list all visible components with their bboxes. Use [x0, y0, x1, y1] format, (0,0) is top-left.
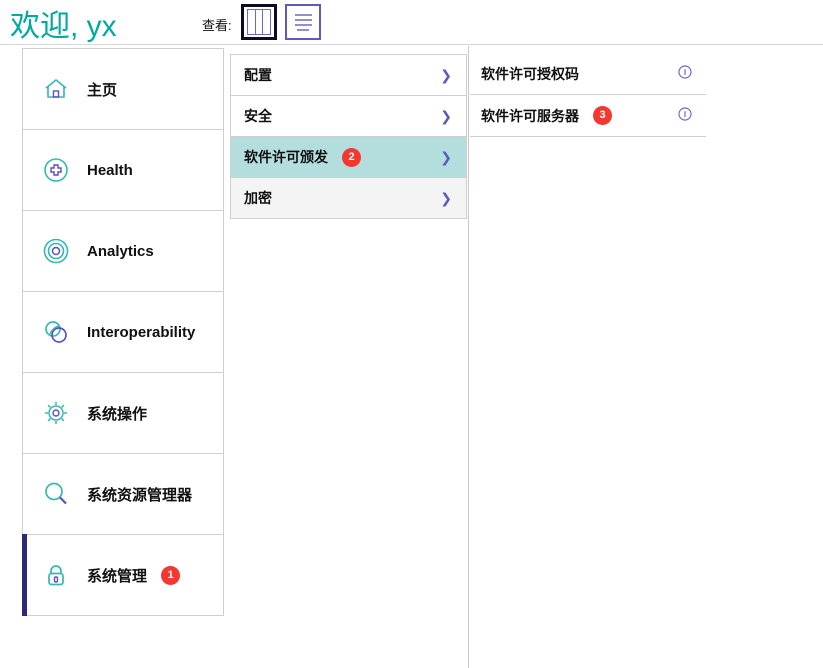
sidebar-item-label: 主页 [87, 81, 118, 99]
sidebar-item-health[interactable]: Health [23, 130, 223, 211]
gear-icon [39, 396, 73, 430]
list-view-icon [291, 9, 315, 35]
menu-item-label: 安全 [244, 108, 272, 124]
status-badge: 3 [593, 106, 612, 125]
health-plus-icon [39, 153, 73, 187]
sidebar-item-system-explorer[interactable]: 系统资源管理器 [23, 454, 223, 535]
menu-item-license-server[interactable]: 软件许可服务器 3 [470, 95, 706, 136]
info-icon[interactable] [678, 65, 692, 83]
status-badge: 1 [161, 565, 181, 585]
chevron-right-icon: ❯ [440, 67, 452, 83]
view-label: 查看: [202, 18, 232, 33]
chevron-right-icon: ❯ [440, 108, 452, 124]
columns-view-button[interactable] [241, 4, 277, 40]
analytics-target-icon [39, 234, 73, 268]
app-header: 欢迎, yx 查看: [0, 0, 823, 45]
chevron-right-icon: ❯ [440, 190, 452, 206]
interoperability-links-icon [39, 315, 73, 349]
list-view-button[interactable] [285, 4, 321, 40]
home-icon [39, 72, 73, 106]
menu-column-2: 配置 ❯ 安全 ❯ 软件许可颁发 2 ❯ 加密 ❯ [230, 54, 467, 219]
menu-item-label: 配置 [244, 67, 272, 83]
menu-item-label: 加密 [244, 190, 272, 206]
sidebar-item-analytics[interactable]: Analytics [23, 211, 223, 292]
chevron-right-icon: ❯ [440, 149, 452, 165]
sidebar-item-system-operation[interactable]: 系统操作 [23, 373, 223, 454]
sidebar-item-label: Health [87, 161, 133, 179]
menu-item-encryption[interactable]: 加密 ❯ [231, 178, 466, 219]
menu-item-label: 软件许可服务器 [481, 107, 579, 124]
columns-view-icon [247, 9, 271, 35]
menu-item-license-key[interactable]: 软件许可授权码 [470, 54, 706, 95]
magnifier-icon [39, 477, 73, 511]
sidebar-item-system-management[interactable]: 系统管理 1 [22, 534, 223, 616]
menu-column-3: 软件许可授权码 软件许可服务器 3 [470, 54, 706, 137]
column-divider [468, 46, 469, 668]
sidebar-item-home[interactable]: 主页 [23, 49, 223, 130]
welcome-title: 欢迎, yx [10, 10, 117, 43]
lock-icon [39, 558, 73, 592]
menu-item-label: 软件许可授权码 [481, 66, 579, 82]
sidebar: 主页 Health Analytics Interoperability 系统操… [22, 48, 224, 616]
menu-item-security[interactable]: 安全 ❯ [231, 96, 466, 137]
sidebar-item-label: 系统管理 [87, 567, 148, 585]
sidebar-item-interoperability[interactable]: Interoperability [23, 292, 223, 373]
sidebar-item-label: 系统资源管理器 [87, 486, 193, 504]
info-icon[interactable] [678, 106, 692, 125]
sidebar-item-label: Interoperability [87, 323, 196, 341]
sidebar-item-label: Analytics [87, 242, 154, 260]
menu-item-label: 软件许可颁发 [244, 149, 328, 165]
status-badge: 2 [342, 147, 361, 167]
menu-item-configuration[interactable]: 配置 ❯ [231, 55, 466, 96]
sidebar-item-label: 系统操作 [87, 405, 148, 423]
menu-item-licensing[interactable]: 软件许可颁发 2 ❯ [231, 137, 466, 178]
